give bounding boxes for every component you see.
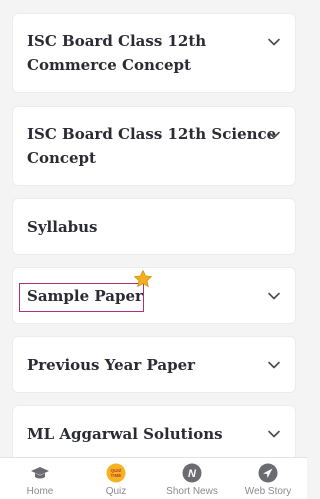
news-n-icon: N	[182, 463, 202, 483]
nav-item-short-news[interactable]: N Short News	[154, 458, 230, 499]
accordion-item-label-line2: Commerce Concept	[27, 56, 191, 74]
chevron-down-icon[interactable]	[267, 289, 281, 303]
focus-highlight-box	[19, 283, 144, 312]
chevron-down-icon[interactable]	[267, 128, 281, 142]
quiz-time-icon: QUIZ TIME	[106, 463, 126, 483]
chevron-down-icon[interactable]	[267, 427, 281, 441]
nav-item-home[interactable]: Home	[2, 458, 78, 499]
accordion-item-label: ISC Board Class 12th Science Concept	[27, 122, 276, 170]
accordion-item-label: Previous Year Paper	[27, 356, 196, 374]
compass-arrow-icon	[258, 463, 278, 483]
accordion-item-label: ISC Board Class 12th Commerce Concept	[27, 29, 206, 77]
svg-text:TIME: TIME	[111, 473, 122, 478]
svg-text:N: N	[188, 468, 197, 480]
nav-item-quiz[interactable]: QUIZ TIME Quiz	[78, 458, 154, 499]
accordion-item-label-line1: ISC Board Class 12th Science	[27, 125, 277, 143]
chevron-down-icon[interactable]	[267, 358, 281, 372]
accordion-item-previous-year-paper[interactable]: Previous Year Paper	[12, 336, 296, 393]
accordion-item-ml-aggarwal-solutions[interactable]: ML Aggarwal Solutions	[12, 405, 296, 465]
nav-label-web-story: Web Story	[244, 486, 292, 497]
accordion-item-label-line2: Concept	[27, 149, 96, 167]
accordion-item-syllabus[interactable]: Syllabus	[12, 198, 296, 255]
accordion-item-science-concept[interactable]: ISC Board Class 12th Science Concept	[12, 106, 296, 186]
accordion-item-label-line1: ISC Board Class 12th	[27, 32, 207, 50]
nav-label-home: Home	[26, 486, 54, 497]
accordion-item-label: ML Aggarwal Solutions	[27, 425, 223, 443]
nav-label-quiz: Quiz	[105, 486, 127, 497]
graduation-cap-icon	[30, 463, 50, 483]
chevron-down-icon[interactable]	[267, 35, 281, 49]
bottom-navigation: Home QUIZ TIME Quiz N Short News Web Sto…	[0, 457, 307, 499]
accordion-item-label: Syllabus	[27, 218, 98, 236]
accordion-item-commerce-concept[interactable]: ISC Board Class 12th Commerce Concept	[12, 13, 296, 93]
nav-label-short-news: Short News	[166, 486, 218, 497]
star-icon	[133, 269, 153, 289]
nav-item-web-story[interactable]: Web Story	[230, 458, 306, 499]
